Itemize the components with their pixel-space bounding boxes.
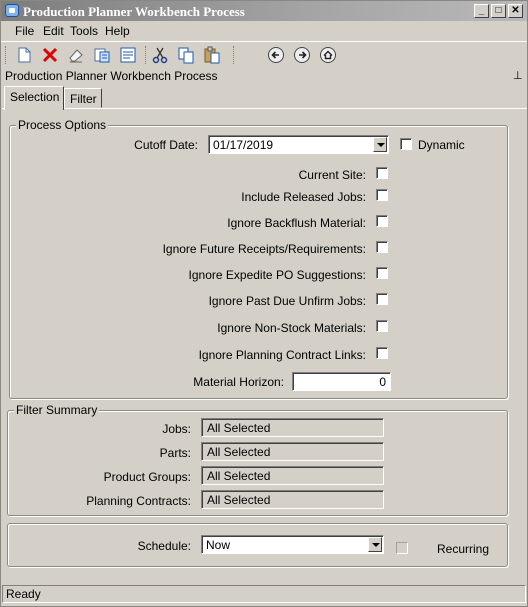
material-horizon-input[interactable]: 0 <box>292 372 391 391</box>
product-groups-label: Product Groups: <box>103 470 191 484</box>
chevron-down-icon[interactable] <box>368 537 382 552</box>
toolbar-separator <box>145 46 147 64</box>
schedule-combo[interactable]: Now <box>201 535 384 554</box>
jobs-label: Jobs: <box>162 422 191 436</box>
attach-icon[interactable] <box>93 46 111 64</box>
toolbar-separator <box>233 46 235 64</box>
back-icon[interactable] <box>267 46 285 64</box>
window-title: Production Planner Workbench Process <box>23 4 245 19</box>
panel-title: Production Planner Workbench Process <box>5 69 218 83</box>
menu-file[interactable]: File <box>15 24 34 38</box>
chevron-down-icon[interactable] <box>373 137 387 152</box>
ignore-backflush-material-checkbox[interactable] <box>376 215 388 227</box>
menu-bar: File Edit Tools Help <box>1 21 527 40</box>
menu-edit[interactable]: Edit <box>43 24 64 38</box>
recurring-label: Recurring <box>437 542 490 556</box>
jobs-value: All Selected <box>207 421 271 435</box>
parts-field: All Selected <box>201 442 384 461</box>
close-button[interactable]: ✕ <box>508 4 523 18</box>
material-horizon-value: 0 <box>379 375 386 389</box>
delete-icon[interactable] <box>41 46 59 64</box>
product-groups-field: All Selected <box>201 466 384 485</box>
ignore-future-receipts-checkbox[interactable] <box>376 241 388 253</box>
recurring-checkbox[interactable] <box>396 542 408 554</box>
checkbox-label: Ignore Past Due Unfirm Jobs: <box>208 294 366 308</box>
clear-icon[interactable] <box>67 46 85 64</box>
maximize-button[interactable]: □ <box>491 4 506 18</box>
product-groups-value: All Selected <box>207 469 271 483</box>
process-options-legend: Process Options <box>16 118 109 132</box>
checkbox-label: Ignore Planning Contract Links: <box>198 348 366 362</box>
checkbox-label: Ignore Future Receipts/Requirements: <box>162 242 366 256</box>
planning-contracts-label: Planning Contracts: <box>86 494 191 508</box>
app-window: Production Planner Workbench Process _ □… <box>0 0 528 607</box>
new-icon[interactable] <box>15 46 33 64</box>
filter-summary-legend: Filter Summary <box>14 403 100 417</box>
checkbox-label: Ignore Non-Stock Materials: <box>217 321 366 335</box>
include-released-jobs-checkbox[interactable] <box>376 189 388 201</box>
app-icon <box>5 4 19 17</box>
cut-icon[interactable] <box>151 46 169 64</box>
status-text: Ready <box>6 587 41 601</box>
checkbox-label: Current Site: <box>298 168 366 182</box>
schedule-value: Now <box>206 538 231 552</box>
cutoff-date-combo[interactable]: 01/17/2019 <box>208 135 389 154</box>
schedule-label: Schedule: <box>137 539 191 553</box>
checkbox-label: Ignore Backflush Material: <box>227 216 366 230</box>
parts-label: Parts: <box>159 446 191 460</box>
planning-contracts-value: All Selected <box>207 493 271 507</box>
pin-icon[interactable]: ⊥ <box>513 69 523 82</box>
status-bar: Ready <box>2 585 526 603</box>
menu-help[interactable]: Help <box>105 24 130 38</box>
material-horizon-label: Material Horizon: <box>193 375 284 389</box>
planning-contracts-field: All Selected <box>201 490 384 509</box>
home-icon[interactable] <box>319 46 337 64</box>
current-site-checkbox[interactable] <box>376 167 388 179</box>
toolbar-grip <box>5 46 7 64</box>
ignore-non-stock-materials-checkbox[interactable] <box>376 320 388 332</box>
tab-filter[interactable]: Filter <box>64 88 102 108</box>
print-preview-icon[interactable] <box>119 46 137 64</box>
ignore-expedite-po-checkbox[interactable] <box>376 267 388 279</box>
dynamic-label: Dynamic <box>418 138 465 152</box>
cutoff-date-label: Cutoff Date: <box>134 138 198 152</box>
jobs-field: All Selected <box>201 418 384 437</box>
ignore-past-due-unfirm-jobs-checkbox[interactable] <box>376 293 388 305</box>
copy-icon[interactable] <box>177 46 195 64</box>
forward-icon[interactable] <box>293 46 311 64</box>
toolbar <box>1 41 527 67</box>
checkbox-label: Ignore Expedite PO Suggestions: <box>188 268 366 282</box>
title-bar[interactable]: Production Planner Workbench Process _ □… <box>1 1 527 21</box>
parts-value: All Selected <box>207 445 271 459</box>
cutoff-date-value: 01/17/2019 <box>213 138 274 152</box>
dynamic-checkbox[interactable] <box>400 138 412 150</box>
tab-selection[interactable]: Selection <box>4 86 65 110</box>
minimize-button[interactable]: _ <box>474 4 489 18</box>
menu-tools[interactable]: Tools <box>70 24 98 38</box>
ignore-planning-contract-links-checkbox[interactable] <box>376 347 388 359</box>
checkbox-label: Include Released Jobs: <box>241 190 366 204</box>
paste-icon[interactable] <box>203 46 221 64</box>
